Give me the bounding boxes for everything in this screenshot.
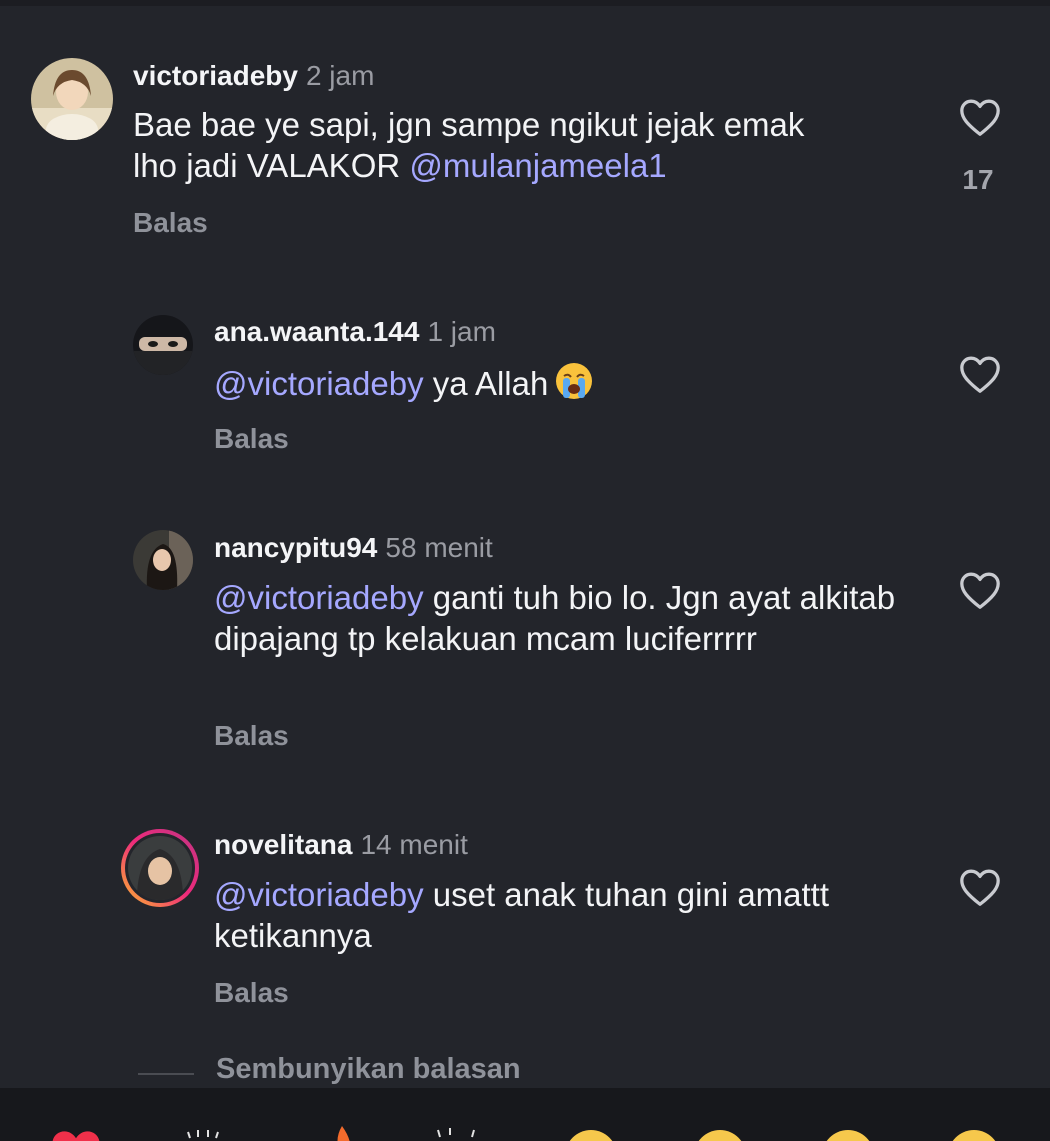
fire-icon[interactable] [316,1124,368,1141]
top-divider [0,0,1050,6]
reply-button[interactable]: Balas [214,977,289,1009]
avatar[interactable] [133,530,193,590]
reply-button[interactable]: Balas [214,423,289,455]
raising-hands-icon[interactable] [178,1128,230,1141]
username[interactable]: novelitana [214,829,352,860]
heart-outline-icon[interactable] [958,570,1002,610]
heart-outline-icon[interactable] [958,867,1002,907]
heart-eyes-icon[interactable] [694,1130,746,1141]
username[interactable]: nancypitu94 [214,532,377,563]
quick-reaction-bar [0,1088,1050,1141]
timestamp: 58 menit [385,532,493,563]
comment-header: novelitana 14 menit [214,828,468,862]
clapping-hands-icon[interactable] [428,1126,480,1141]
reply-button[interactable]: Balas [133,207,208,239]
username[interactable]: ana.waanta.144 [214,316,419,347]
mention-link[interactable]: @mulanjameela1 [409,147,666,184]
tears-of-joy-icon[interactable] [948,1130,1000,1141]
heart-outline-icon[interactable] [958,354,1002,394]
avatar[interactable] [133,315,193,375]
comment-text: @victoriadeby ya Allah [214,361,934,404]
surprised-face-icon[interactable] [822,1130,874,1141]
timestamp: 1 jam [427,316,496,347]
timestamp: 14 menit [360,829,468,860]
hide-replies-divider [138,1073,194,1075]
avatar-story-ring[interactable] [119,827,201,909]
heart-outline-icon[interactable] [958,97,1002,137]
like-count: 17 [962,164,994,195]
hide-replies-button[interactable]: Sembunyikan balasan [216,1053,521,1086]
comment-header: victoriadeby 2 jam [133,59,374,93]
mention-link[interactable]: @victoriadeby [214,579,424,616]
mention-link[interactable]: @victoriadeby [214,876,424,913]
username[interactable]: victoriadeby [133,60,298,91]
comment-header: nancypitu94 58 menit [214,531,493,565]
loudly-crying-face-icon [554,361,594,401]
avatar[interactable] [31,58,113,140]
comment-text: @victoriadeby uset anak tuhan gini amatt… [214,874,914,956]
comment-body: ya Allah [423,365,549,402]
red-heart-icon[interactable] [46,1126,100,1141]
reply-button[interactable]: Balas [214,720,289,752]
comment-text: @victoriadeby ganti tuh bio lo. Jgn ayat… [214,577,904,659]
mention-link[interactable]: @victoriadeby [214,365,424,402]
crying-face-icon[interactable] [565,1130,617,1141]
comment-text: Bae bae ye sapi, jgn sampe ngikut jejak … [133,104,853,186]
comment-header: ana.waanta.144 1 jam [214,315,496,349]
timestamp: 2 jam [305,60,375,91]
